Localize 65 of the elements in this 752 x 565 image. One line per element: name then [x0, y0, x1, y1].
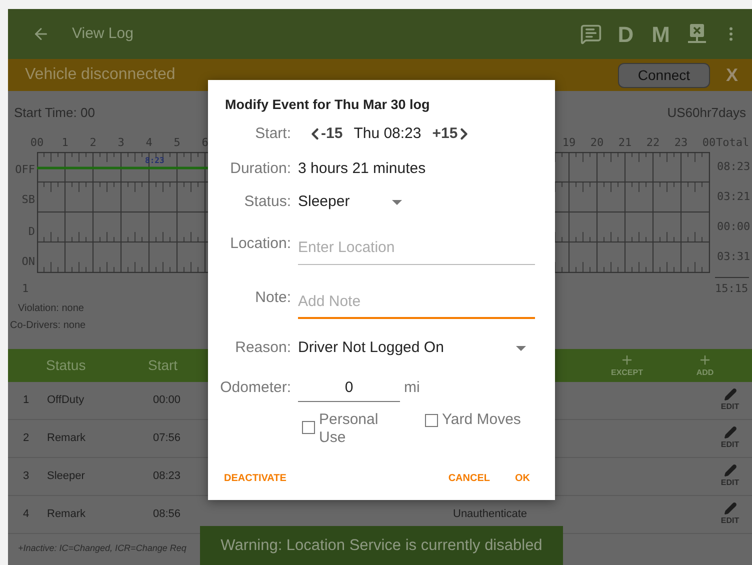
pencil-icon: [724, 388, 736, 401]
letter-action[interactable]: M: [650, 18, 672, 50]
start-cell-text: 00:00: [153, 393, 182, 408]
column-header: Status: [46, 356, 87, 375]
legend-text: +Inactive: IC=Changed, ICR=Change Req: [18, 542, 186, 555]
row-number: 4: [22, 507, 30, 522]
duration-value: 3 hours 21 minutes: [298, 159, 426, 179]
close-banner-button[interactable]: X: [726, 62, 738, 88]
dialog-title: Modify Event for Thu Mar 30 log: [225, 96, 431, 114]
table-action-button[interactable]: EXCEPT: [588, 352, 666, 378]
row-number: 3: [22, 469, 30, 484]
co-drivers-text: Co-Drivers: none: [9, 319, 87, 333]
column-header: Start: [148, 356, 178, 375]
edit-button[interactable]: EDIT: [717, 426, 743, 451]
dropdown-caret-icon: [516, 346, 526, 351]
note-field[interactable]: Add Note: [298, 285, 535, 320]
dialog-action-button[interactable]: OK: [515, 471, 530, 486]
row-number: 2: [22, 431, 30, 446]
network-x-icon[interactable]: [686, 23, 708, 45]
field-label: Location:: [229, 234, 292, 254]
plus-15-button[interactable]: +15: [432, 123, 473, 146]
start-time: Start Time: 00: [14, 104, 95, 122]
pencil-icon: [724, 502, 736, 515]
start-cell-text: 07:56: [153, 431, 182, 446]
screen-title: View Log: [72, 24, 134, 44]
field-label: Note:: [254, 288, 292, 308]
back-icon[interactable]: [32, 25, 50, 43]
banner-message: Vehicle disconnected: [25, 65, 176, 85]
status-cell-text: Remark: [47, 431, 87, 446]
edit-button[interactable]: EDIT: [717, 502, 743, 527]
ruleset: US60hr7days: [667, 104, 746, 122]
minus-15-button[interactable]: -15: [306, 123, 343, 146]
reason-dropdown[interactable]: Driver Not Logged On: [298, 337, 526, 360]
pencil-icon: [724, 426, 736, 439]
table-action-button[interactable]: ADD: [666, 352, 744, 378]
status-dropdown[interactable]: Sleeper: [298, 191, 403, 214]
status-cell-text: Sleeper: [47, 469, 86, 484]
plus-icon: [620, 352, 634, 366]
start-time-value: Thu 08:23: [354, 124, 422, 144]
field-label: Status:: [243, 192, 292, 212]
edit-button[interactable]: EDIT: [717, 464, 743, 489]
status-cell-text: OffDuty: [47, 393, 86, 408]
event-time-marker: 8:23: [145, 155, 164, 167]
plus-icon: [698, 352, 712, 366]
table-cell-text: Unauthenticate: [453, 507, 527, 522]
letter-action[interactable]: D: [616, 18, 636, 50]
toast-message: Warning: Location Service is currently disabled: [220, 536, 542, 556]
dropdown-caret-icon: [392, 200, 402, 205]
field-label: Reason:: [234, 338, 292, 358]
checkbox[interactable]: [425, 414, 438, 428]
dialog-action-button[interactable]: CANCEL: [448, 471, 490, 486]
field-label: Duration:: [229, 159, 292, 179]
field-label: Start:: [254, 124, 292, 144]
odometer-field[interactable]: 0: [298, 374, 400, 402]
start-cell-text: 08:56: [153, 507, 182, 522]
start-cell-text: 08:23: [153, 469, 182, 484]
connect-button[interactable]: Connect: [618, 62, 710, 88]
checkbox[interactable]: [302, 421, 315, 434]
location-field[interactable]: Enter Location: [298, 231, 535, 266]
pencil-icon: [724, 464, 736, 477]
status-cell-text: Remark: [47, 507, 87, 522]
row-number: 1: [22, 393, 30, 408]
dialog-action-button[interactable]: DEACTIVATE: [224, 471, 286, 486]
edit-button[interactable]: EDIT: [717, 388, 743, 413]
chat-icon[interactable]: [580, 23, 602, 45]
